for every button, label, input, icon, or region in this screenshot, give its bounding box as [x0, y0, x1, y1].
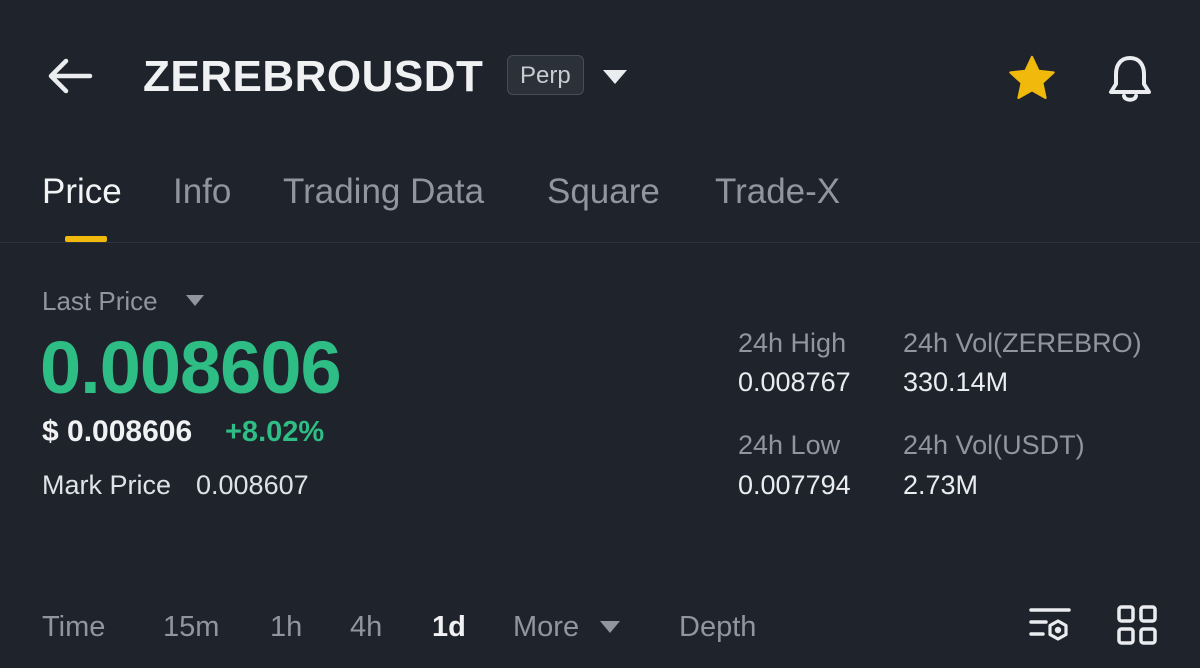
timeframe-1d[interactable]: 1d — [432, 610, 466, 644]
stat-24h-vol-quote-label: 24h Vol(USDT) — [903, 430, 1085, 460]
stat-24h-low-label: 24h Low — [738, 430, 841, 460]
arrow-left-icon — [48, 58, 93, 94]
stat-24h-vol-base-value: 330.14M — [903, 367, 1009, 397]
timeframe-depth[interactable]: Depth — [679, 610, 756, 644]
last-price-selector[interactable]: Last Price — [42, 286, 158, 316]
price-change-percent: +8.02% — [225, 416, 325, 448]
grid-icon — [1117, 605, 1157, 645]
bell-icon — [1109, 56, 1151, 102]
star-icon — [1009, 55, 1055, 100]
tab-trading-data[interactable]: Trading Data — [283, 170, 484, 214]
timeframe-15m[interactable]: 15m — [163, 610, 219, 644]
perp-badge: Perp — [507, 55, 584, 95]
caret-down-icon — [603, 70, 627, 84]
timeframe-more[interactable]: More — [513, 610, 579, 644]
symbol-title[interactable]: ZEREBROUSDT — [143, 50, 483, 104]
stat-24h-vol-base-label: 24h Vol(ZEREBRO) — [903, 328, 1142, 358]
caret-down-icon[interactable] — [184, 292, 206, 310]
last-price-value: 0.008606 — [40, 326, 342, 409]
tab-square[interactable]: Square — [547, 170, 660, 214]
timeframe-4h[interactable]: 4h — [350, 610, 382, 644]
tabs-divider — [0, 242, 1200, 243]
timeframe-time[interactable]: Time — [42, 610, 105, 644]
timeframe-1h[interactable]: 1h — [270, 610, 302, 644]
price-alert-button[interactable] — [1103, 50, 1157, 106]
tab-info[interactable]: Info — [173, 170, 231, 214]
back-button[interactable] — [40, 48, 100, 108]
stat-24h-high-value: 0.008767 — [738, 367, 851, 397]
favorite-button[interactable] — [1005, 52, 1059, 106]
chart-settings-button[interactable] — [1028, 606, 1072, 646]
mark-price-value: 0.008607 — [196, 470, 309, 500]
usd-price: $ 0.008606 — [42, 415, 193, 448]
layout-grid-button[interactable] — [1116, 604, 1158, 646]
symbol-dropdown-button[interactable] — [600, 62, 630, 92]
tab-trade-x[interactable]: Trade-X — [715, 170, 840, 214]
chart-settings-icon — [1029, 608, 1071, 641]
stat-24h-vol-quote-value: 2.73M — [903, 470, 979, 500]
caret-down-icon[interactable] — [598, 619, 622, 635]
mark-price-label: Mark Price — [42, 470, 172, 500]
stat-24h-low-value: 0.007794 — [738, 470, 851, 500]
stat-24h-high-label: 24h High — [738, 328, 847, 358]
tab-price[interactable]: Price — [42, 170, 122, 214]
